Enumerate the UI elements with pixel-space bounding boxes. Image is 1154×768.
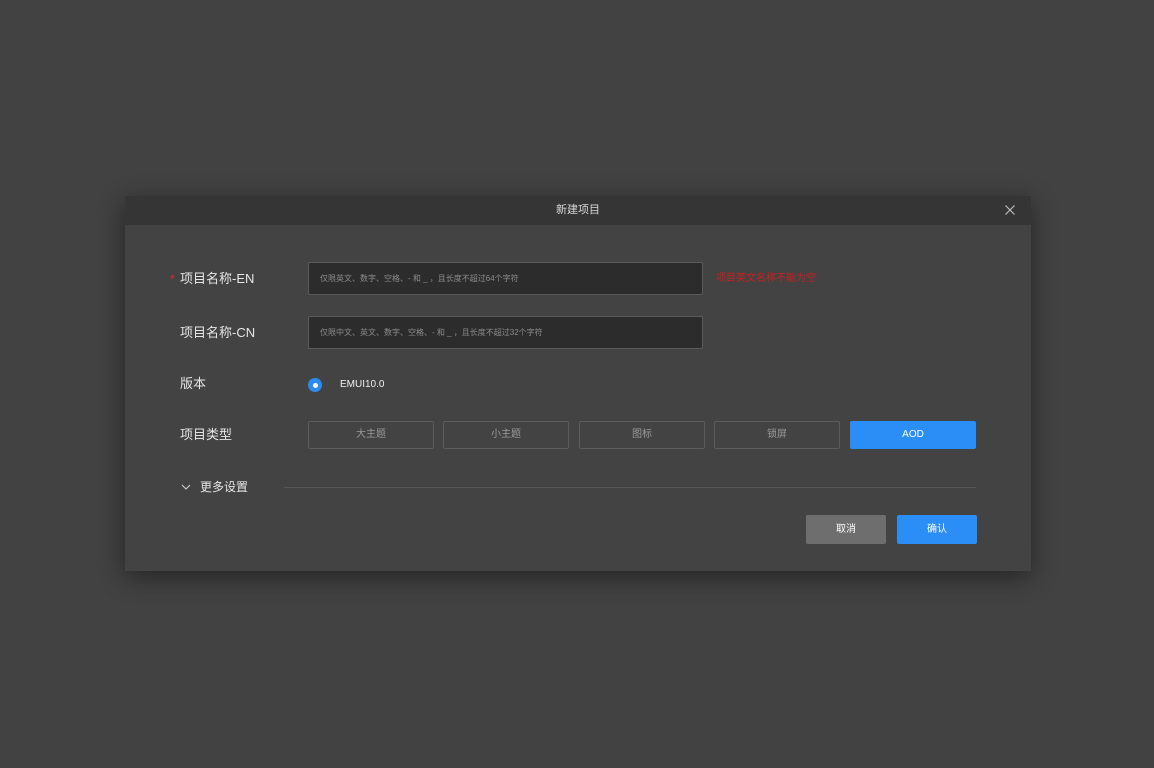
type-option-aod[interactable]: AOD — [850, 421, 976, 449]
close-icon — [1005, 205, 1015, 215]
label-name-cn: 项目名称-CN — [180, 325, 256, 340]
new-project-dialog: 新建项目 * 项目名称-EN 项目英文名称不能为空 项目名称-CN 版本 EMU… — [125, 196, 1031, 571]
type-option-icon[interactable]: 图标 — [579, 421, 705, 449]
type-option-small-theme[interactable]: 小主题 — [443, 421, 569, 449]
version-option-label[interactable]: EMUI10.0 — [340, 376, 384, 394]
label-project-type: 项目类型 — [180, 427, 233, 442]
label-name-en: 项目名称-EN — [180, 271, 255, 286]
divider — [284, 487, 976, 488]
radio-selected-dot — [312, 382, 318, 388]
name-en-error-message: 项目英文名称不能为空 — [716, 273, 816, 284]
more-settings-label: 更多设置 — [200, 480, 249, 494]
project-name-cn-input[interactable] — [308, 316, 703, 349]
chevron-down-icon — [181, 484, 191, 490]
project-name-en-input[interactable] — [308, 262, 703, 295]
label-version: 版本 — [180, 376, 207, 391]
close-button[interactable] — [1003, 203, 1017, 217]
dialog-title: 新建项目 — [556, 204, 600, 216]
dialog-titlebar: 新建项目 — [125, 196, 1031, 225]
version-radio-emui10[interactable] — [308, 378, 322, 392]
type-option-large-theme[interactable]: 大主题 — [308, 421, 434, 449]
confirm-button[interactable]: 确认 — [897, 515, 977, 544]
type-option-lockscreen[interactable]: 锁屏 — [714, 421, 840, 449]
required-mark: * — [170, 272, 175, 286]
cancel-button[interactable]: 取消 — [806, 515, 886, 544]
more-settings-toggle[interactable]: 更多设置 — [180, 478, 248, 496]
